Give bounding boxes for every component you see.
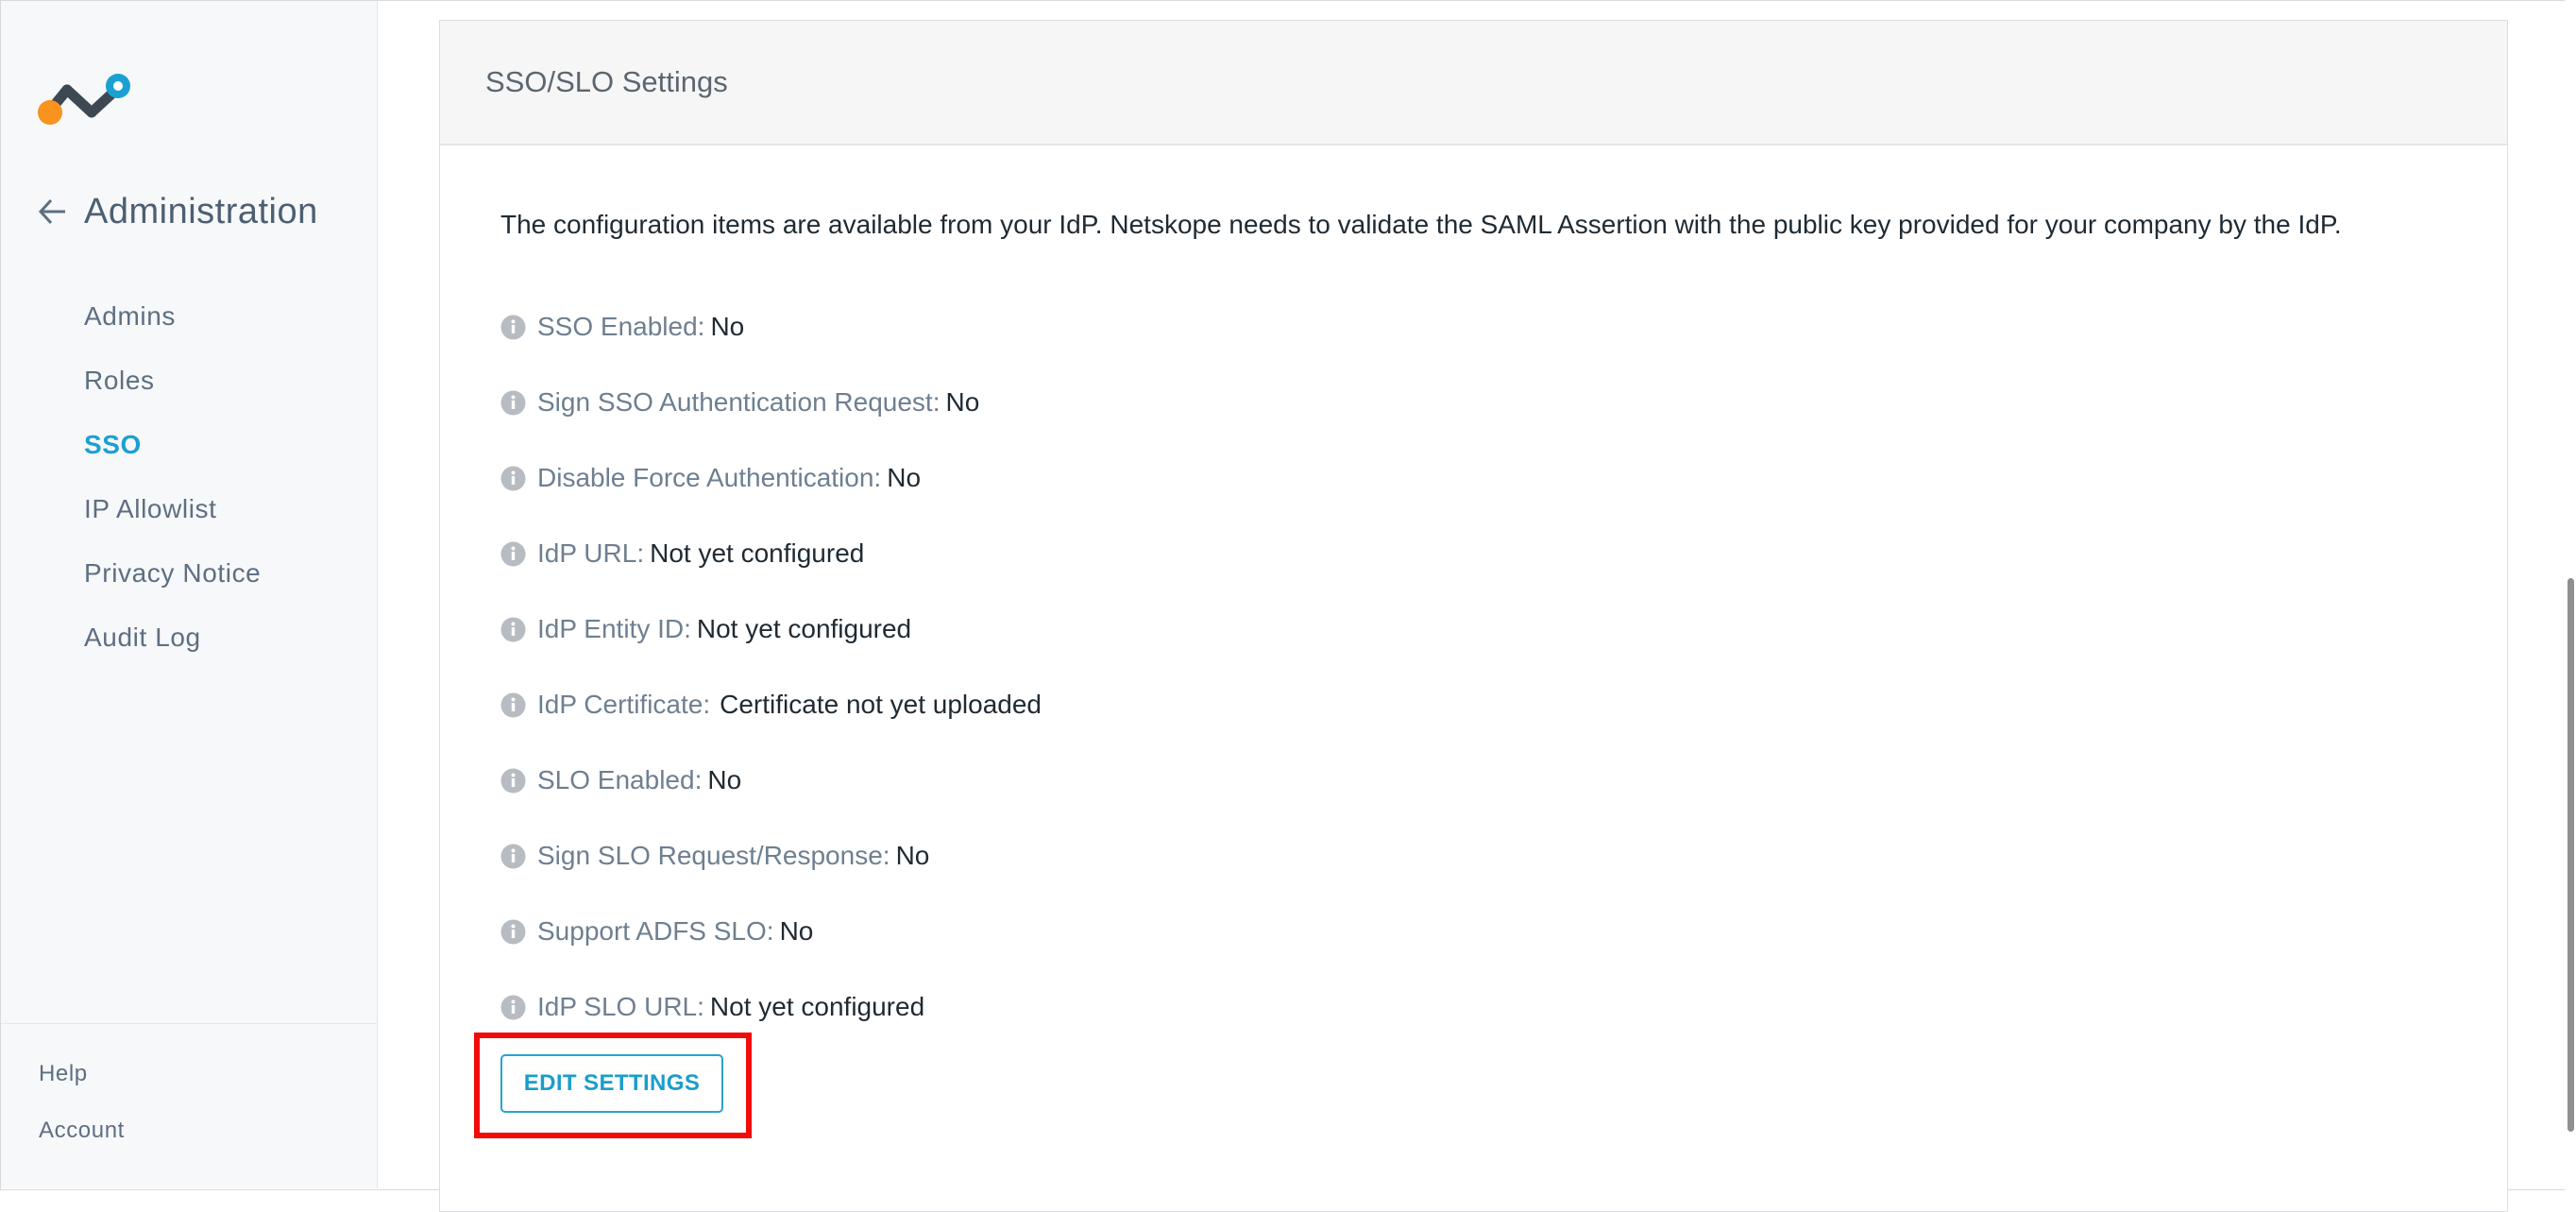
sidebar-item-admins[interactable]: Admins	[84, 284, 261, 349]
sidebar-item-ip-allowlist[interactable]: IP Allowlist	[84, 477, 261, 541]
info-icon[interactable]	[500, 768, 526, 794]
field-label: IdP Certificate:	[537, 690, 711, 719]
field-disable-force-auth: Disable Force Authentication: No	[500, 440, 2469, 516]
sidebar-divider	[1, 1023, 377, 1024]
field-value: No	[887, 463, 922, 492]
field-value: Not yet configured	[696, 614, 912, 643]
field-sso-enabled: SSO Enabled: No	[500, 289, 2469, 365]
field-idp-entity-id: IdP Entity ID: Not yet configured	[500, 591, 2469, 667]
field-idp-slo-url: IdP SLO URL: Not yet configured	[500, 969, 2469, 1045]
field-label: SLO Enabled:	[537, 765, 703, 794]
sidebar-item-privacy-notice[interactable]: Privacy Notice	[84, 541, 261, 606]
sidebar-bottom-links: Help Account	[39, 1046, 125, 1159]
sidebar-item-audit-log[interactable]: Audit Log	[84, 606, 261, 670]
field-sign-slo: Sign SLO Request/Response: No	[500, 818, 2469, 894]
field-value: No	[945, 387, 980, 417]
field-value: Not yet configured	[709, 992, 925, 1021]
field-support-adfs-slo: Support ADFS SLO: No	[500, 894, 2469, 969]
info-icon[interactable]	[500, 844, 526, 869]
field-value: No	[895, 841, 930, 870]
sidebar-nav: Admins Roles SSO IP Allowlist Privacy No…	[84, 284, 261, 670]
info-icon[interactable]	[500, 919, 526, 945]
field-value: No	[710, 312, 745, 341]
info-icon[interactable]	[500, 541, 526, 567]
info-icon[interactable]	[500, 390, 526, 416]
field-value: Certificate not yet uploaded	[720, 690, 1042, 719]
sidebar-item-sso[interactable]: SSO	[84, 413, 261, 477]
sidebar: Administration Admins Roles SSO IP Allow…	[1, 1, 378, 1188]
field-label: IdP URL:	[537, 538, 645, 568]
field-idp-certificate: IdP Certificate: Certificate not yet upl…	[500, 667, 2469, 743]
field-label: Disable Force Authentication:	[537, 463, 882, 492]
field-label: IdP Entity ID:	[537, 614, 691, 643]
field-idp-url: IdP URL: Not yet configured	[500, 516, 2469, 591]
settings-fields: SSO Enabled: No Sign SSO Authentication …	[500, 289, 2469, 1045]
field-label: SSO Enabled:	[537, 312, 705, 341]
field-label: IdP SLO URL:	[537, 992, 704, 1021]
info-icon[interactable]	[500, 995, 526, 1020]
field-sign-sso-request: Sign SSO Authentication Request: No	[500, 365, 2469, 440]
back-to-administration[interactable]: Administration	[37, 188, 318, 235]
field-slo-enabled: SLO Enabled: No	[500, 743, 2469, 818]
info-icon[interactable]	[500, 617, 526, 642]
panel-body: The configuration items are available fr…	[500, 206, 2469, 1045]
field-label: Sign SSO Authentication Request:	[537, 387, 941, 417]
intro-text: The configuration items are available fr…	[500, 210, 2342, 239]
arrow-left-icon	[38, 198, 65, 225]
panel-title: SSO/SLO Settings	[485, 65, 728, 98]
account-link[interactable]: Account	[39, 1102, 125, 1159]
info-icon[interactable]	[500, 692, 526, 718]
panel-header: SSO/SLO Settings	[440, 21, 2507, 145]
section-title: Administration	[84, 191, 318, 231]
field-value: No	[707, 765, 742, 794]
field-label: Support ADFS SLO:	[537, 916, 774, 946]
help-link[interactable]: Help	[39, 1046, 125, 1102]
info-icon[interactable]	[500, 466, 526, 491]
netskope-logo[interactable]	[37, 71, 135, 129]
scrollbar-thumb[interactable]	[2568, 578, 2574, 1132]
info-icon[interactable]	[500, 315, 526, 340]
field-value: No	[779, 916, 814, 946]
sidebar-item-roles[interactable]: Roles	[84, 349, 261, 413]
field-value: Not yet configured	[650, 538, 865, 568]
field-label: Sign SLO Request/Response:	[537, 841, 890, 870]
edit-settings-button[interactable]: EDIT SETTINGS	[500, 1054, 723, 1113]
